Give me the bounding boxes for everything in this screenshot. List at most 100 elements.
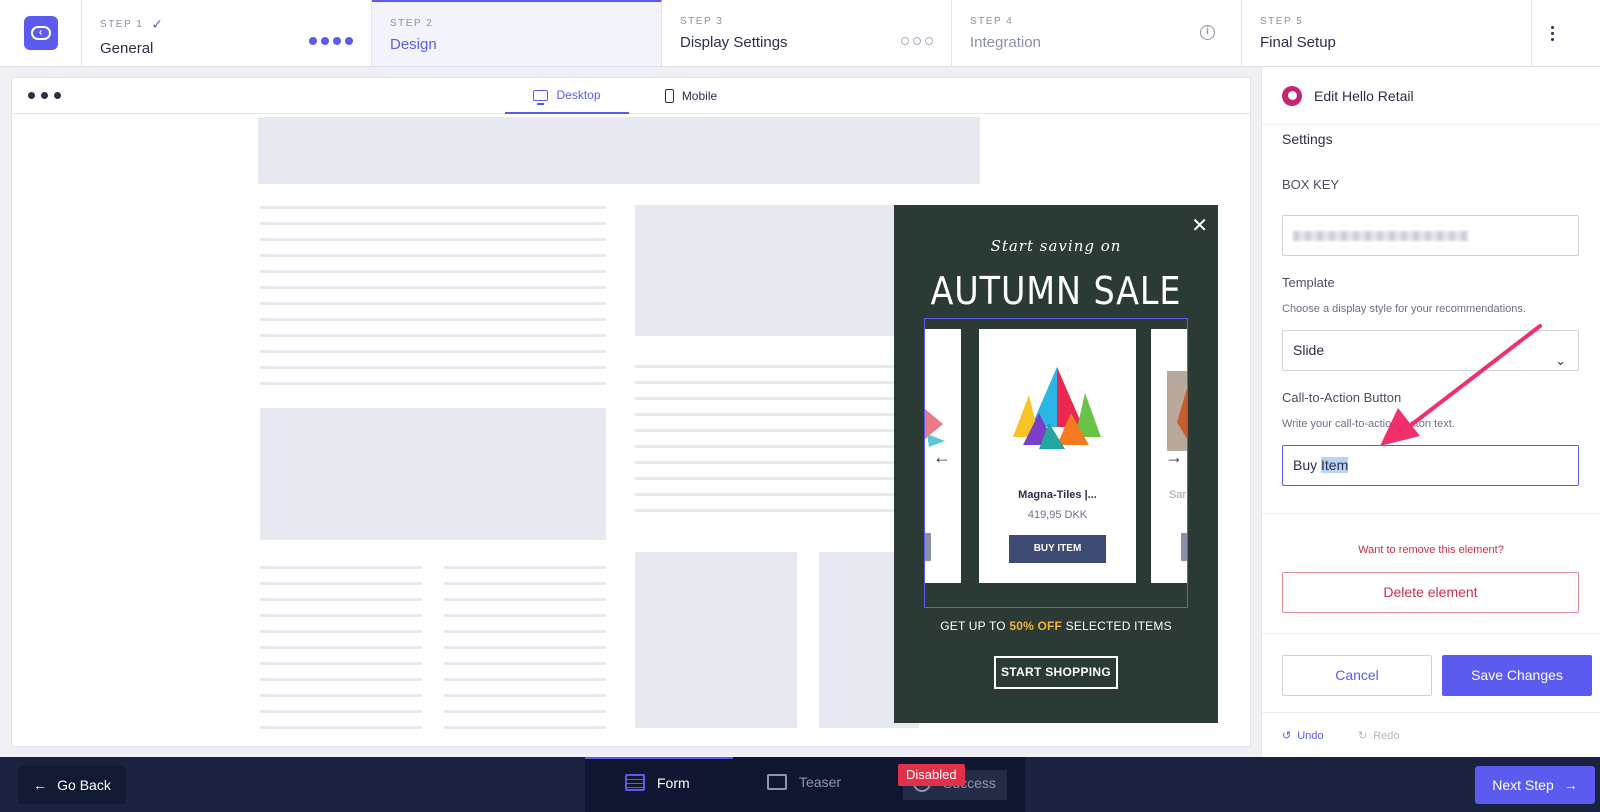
step-name: Display Settings: [680, 34, 788, 51]
edit-panel-header: Edit Hello Retail: [1262, 67, 1600, 125]
buy-button-partial: [1181, 533, 1187, 561]
preview-toolbar: Desktop Mobile: [12, 78, 1250, 114]
redo-icon: ↻: [1358, 730, 1368, 742]
mode-teaser[interactable]: Teaser: [767, 774, 841, 790]
preview-menu-icon[interactable]: [28, 92, 61, 99]
tab-label: Mobile: [681, 89, 718, 103]
autumn-sale-popup[interactable]: ✕ Start saving on AUTUMN SALE Magna-Tile…: [894, 205, 1218, 723]
undo-button[interactable]: ↺ Undo: [1282, 729, 1324, 743]
app-logo[interactable]: ‹: [0, 0, 82, 66]
stepper-bar: ‹ STEP 1 ✓ General STEP 2 Design STEP 3 D…: [0, 0, 1600, 67]
edit-panel-title: Edit Hello Retail: [1314, 87, 1414, 104]
go-back-label: Go Back: [57, 777, 111, 793]
mode-label: Form: [657, 774, 690, 791]
remove-element-prompt: Want to remove this element?: [1358, 544, 1504, 556]
popup-pretitle: Start saving on: [990, 237, 1122, 255]
step-final-setup[interactable]: STEP 5 Final Setup: [1242, 0, 1532, 66]
promo-text: GET UP TO 50% OFF SELECTED ITEMS: [894, 619, 1218, 633]
template-hint: Choose a display style for your recommen…: [1282, 303, 1526, 315]
teaser-icon: [767, 774, 787, 790]
divider: [1262, 633, 1600, 634]
arrow-left-icon[interactable]: ←: [933, 447, 951, 468]
close-icon[interactable]: ✕: [1191, 213, 1208, 238]
bottom-toolbar: ← Go Back Form Teaser Success Disabled N…: [0, 757, 1600, 812]
promo-highlight: 50% OFF: [1009, 619, 1063, 633]
step-number: STEP 4: [970, 16, 1014, 27]
more-options-icon[interactable]: [1532, 0, 1572, 66]
divider: [1262, 513, 1600, 514]
edit-panel: Edit Hello Retail Settings BOX KEY Templ…: [1261, 67, 1600, 762]
step-number: STEP 2: [390, 18, 434, 29]
go-back-button[interactable]: ← Go Back: [18, 766, 126, 804]
preview-canvas: Desktop Mobile ✕ Start saving on AUTUMN …: [11, 77, 1251, 747]
info-icon[interactable]: i: [1200, 25, 1215, 40]
cta-label: Call-to-Action Button: [1282, 390, 1402, 405]
placeholder-image: [260, 408, 606, 540]
buy-item-button[interactable]: BUY ITEM: [1009, 535, 1106, 563]
redo-label: Redo: [1373, 729, 1400, 742]
product-card[interactable]: Magna-Tiles |... 419,95 DKK BUY ITEM: [979, 329, 1136, 583]
tab-mobile[interactable]: Mobile: [629, 78, 753, 114]
tab-desktop[interactable]: Desktop: [505, 78, 629, 114]
step-number: STEP 5: [1260, 16, 1304, 27]
settings-heading: Settings: [1282, 131, 1333, 147]
active-mode-indicator: [585, 757, 733, 759]
undo-label: Undo: [1297, 729, 1324, 742]
step-name: Integration: [970, 34, 1041, 51]
product-name-partial: Sar: [1169, 489, 1187, 501]
phone-icon: [664, 89, 674, 103]
step-display-settings[interactable]: STEP 3 Display Settings: [662, 0, 952, 66]
step-name: Design: [390, 36, 437, 53]
cancel-button[interactable]: Cancel: [1282, 655, 1432, 696]
placeholder-header: [258, 117, 980, 184]
product-carousel[interactable]: Magna-Tiles |... 419,95 DKK BUY ITEM Sar…: [924, 318, 1188, 608]
mode-label: Teaser: [799, 774, 842, 790]
product-price: 419,95 DKK: [1027, 509, 1088, 521]
hello-retail-icon: [1282, 85, 1302, 106]
disabled-badge: Disabled: [898, 764, 965, 786]
checkmark-icon: ✓: [151, 16, 164, 32]
mode-switcher: Form Teaser Success Disabled: [585, 757, 1025, 812]
chevron-down-icon: ⌄: [1555, 353, 1566, 368]
chat-logo-icon: ‹: [23, 16, 58, 50]
step-name: Final Setup: [1260, 34, 1336, 51]
device-tabs: Desktop Mobile: [505, 78, 753, 114]
redo-button[interactable]: ↻ Redo: [1358, 729, 1400, 743]
cta-text-selected: Item: [1321, 457, 1349, 473]
next-step-label: Next Step: [1492, 777, 1554, 793]
form-icon: [625, 774, 645, 791]
cta-hint: Write your call-to-action button text.: [1282, 418, 1455, 430]
tab-label: Desktop: [556, 88, 601, 102]
box-key-input[interactable]: [1282, 215, 1579, 256]
arrow-right-icon[interactable]: →: [1165, 447, 1183, 468]
placeholder-image: [635, 205, 935, 336]
divider: [1262, 712, 1600, 713]
step-integration[interactable]: STEP 4 Integration i: [952, 0, 1242, 66]
next-step-button[interactable]: Next Step →: [1475, 766, 1595, 804]
promo-suffix: SELECTED ITEMS: [1062, 619, 1172, 633]
popup-title: AUTUMN SALE: [930, 269, 1182, 313]
step-progress-dots: [901, 37, 933, 45]
undo-icon: ↺: [1282, 730, 1292, 742]
arrow-right-icon: →: [1563, 777, 1578, 793]
delete-element-button[interactable]: Delete element: [1282, 572, 1579, 613]
placeholder-image: [635, 552, 797, 728]
template-select[interactable]: Slide ⌄: [1282, 330, 1579, 371]
step-number: STEP 3: [680, 16, 724, 27]
product-image-magna-tiles: [1013, 367, 1101, 449]
start-shopping-button[interactable]: START SHOPPING: [994, 656, 1118, 689]
step-general[interactable]: STEP 1 ✓ General: [82, 0, 372, 66]
save-changes-button[interactable]: Save Changes: [1442, 655, 1592, 696]
template-selected-value: Slide: [1293, 342, 1325, 358]
product-name: Magna-Tiles |...: [1018, 489, 1097, 501]
mode-form[interactable]: Form: [625, 774, 690, 791]
cta-text-input[interactable]: Buy Item: [1282, 445, 1579, 486]
step-number: STEP 1: [100, 19, 144, 30]
redacted-value: [1293, 231, 1468, 241]
step-design[interactable]: STEP 2 Design: [372, 0, 662, 66]
monitor-icon: [533, 89, 549, 105]
step-progress-dots: [309, 37, 353, 45]
promo-prefix: GET UP TO: [940, 619, 1010, 633]
template-label: Template: [1282, 275, 1335, 290]
box-key-label: BOX KEY: [1282, 177, 1340, 192]
